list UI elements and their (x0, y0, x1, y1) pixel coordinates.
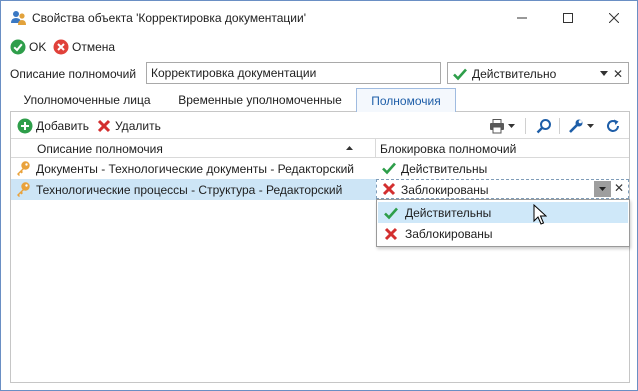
panel-toolbar: Добавить Удалить (11, 112, 629, 138)
column-header-blocking[interactable]: Блокировка полномочий (376, 139, 629, 158)
search-icon (536, 119, 551, 134)
cancel-circle-icon (53, 39, 69, 55)
row-description: Документы - Технологические документы - … (36, 162, 354, 176)
description-label: Описание полномочий (10, 67, 137, 81)
delete-x-icon (97, 119, 111, 133)
dropdown-option-valid[interactable]: Действительны (378, 202, 628, 223)
chevron-down-icon (599, 187, 606, 191)
tab-strip: Уполномоченные лица Временные уполномоче… (10, 88, 630, 112)
properties-window: Свойства объекта 'Корректировка документ… (0, 0, 638, 391)
row-status: Действительны (401, 162, 488, 176)
description-input[interactable]: Корректировка документации (146, 62, 441, 84)
cancel-label: Отмена (72, 40, 116, 54)
column-header-description[interactable]: Описание полномочия (33, 139, 375, 158)
tab-authorized-persons[interactable]: Уполномоченные лица (12, 88, 162, 112)
tab-temporary-authorized[interactable]: Временные уполномоченные (167, 88, 353, 112)
sort-ascending-icon (346, 146, 353, 150)
blocked-x-icon (382, 182, 396, 196)
key-icon (17, 161, 30, 176)
delete-button[interactable]: Удалить (96, 117, 161, 135)
refresh-button[interactable] (605, 117, 624, 135)
clear-icon[interactable]: ✕ (614, 181, 624, 195)
mouse-cursor-icon (533, 204, 547, 225)
check-circle-icon (10, 39, 26, 55)
window-title: Свойства объекта 'Корректировка документ… (32, 11, 306, 25)
key-icon (17, 182, 30, 197)
blocked-x-icon (384, 227, 398, 241)
status-cell-editor[interactable]: Заблокированы ✕ (376, 179, 629, 199)
check-icon (382, 162, 396, 175)
add-button[interactable]: Добавить (17, 117, 89, 135)
close-icon (609, 13, 619, 23)
add-label: Добавить (36, 119, 90, 133)
status-combobox[interactable]: Действительно ✕ (447, 62, 629, 84)
maximize-button[interactable] (545, 1, 591, 35)
row-description: Технологические процессы - Структура - Р… (36, 183, 343, 197)
check-icon (453, 68, 467, 81)
chevron-down-icon (587, 124, 594, 128)
option-label: Заблокированы (405, 227, 493, 241)
dropdown-toggle-button[interactable] (594, 181, 611, 197)
chevron-down-icon[interactable] (600, 71, 608, 76)
status-value: Действительно (472, 67, 557, 81)
ok-label: OK (29, 40, 47, 54)
minimize-icon (517, 17, 527, 19)
wrench-icon (569, 119, 583, 133)
permissions-panel: Добавить Удалить Описание полномочия Бло… (10, 111, 630, 383)
title-bar: Свойства объекта 'Корректировка документ… (1, 1, 637, 35)
permissions-grid: Описание полномочия Блокировка полномочи… (11, 138, 630, 382)
dropdown-option-blocked[interactable]: Заблокированы (378, 223, 628, 244)
search-button[interactable] (536, 117, 555, 135)
close-button[interactable] (591, 1, 637, 35)
printer-icon (490, 119, 504, 134)
users-icon (11, 11, 26, 25)
clear-icon[interactable]: ✕ (613, 67, 623, 81)
status-dropdown-list: Действительны Заблокированы (376, 199, 630, 247)
table-row[interactable]: Документы - Технологические документы - … (11, 158, 629, 179)
toolbar-separator (525, 118, 526, 134)
option-label: Действительны (405, 206, 492, 220)
refresh-icon (607, 119, 619, 132)
print-button[interactable] (489, 117, 515, 135)
minimize-button[interactable] (499, 1, 545, 35)
maximize-icon (563, 13, 573, 23)
tab-permissions[interactable]: Полномочия (356, 88, 456, 112)
ok-button[interactable]: OK (10, 38, 46, 56)
chevron-down-icon (508, 124, 515, 128)
check-icon (384, 207, 398, 220)
settings-button[interactable] (568, 117, 594, 135)
cancel-button[interactable]: Отмена (53, 38, 115, 56)
toolbar-separator (559, 118, 560, 134)
delete-label: Удалить (115, 119, 161, 133)
cell-editor-value: Заблокированы (401, 183, 489, 197)
main-toolbar: OK Отмена (1, 35, 637, 59)
plus-circle-icon (17, 118, 33, 134)
grid-header: Описание полномочия Блокировка полномочи… (11, 138, 629, 158)
